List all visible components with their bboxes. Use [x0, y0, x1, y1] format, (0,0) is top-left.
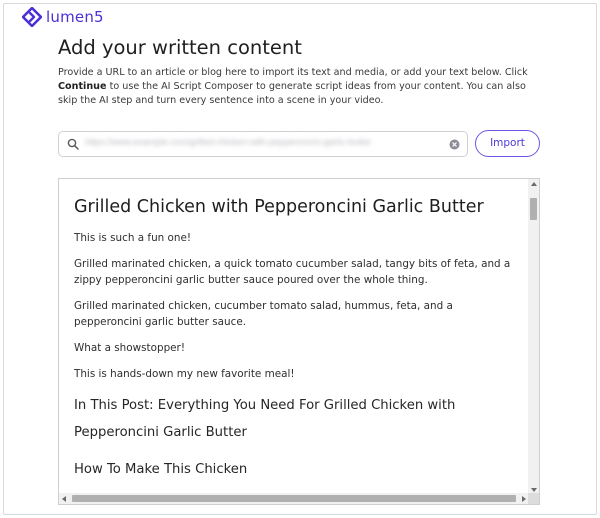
scroll-right-arrow-icon[interactable]	[522, 496, 526, 502]
page-description: Provide a URL to an article or blog here…	[58, 66, 548, 109]
scrollbar-corner	[528, 493, 539, 504]
scroll-down-arrow-icon[interactable]	[531, 488, 537, 492]
url-input-value[interactable]: https://www.example.com/grilled-chicken-…	[85, 137, 435, 151]
horizontal-scroll-thumb[interactable]	[72, 495, 516, 502]
lumen5-logo[interactable]: lumen5	[22, 7, 104, 27]
content-paragraph: Grilled marinated chicken, cucumber toma…	[74, 300, 453, 328]
import-button[interactable]: Import	[475, 130, 540, 157]
scroll-left-arrow-icon[interactable]	[62, 496, 66, 502]
content-paragraph: This is hands-down my new favorite meal!	[74, 368, 295, 380]
brand-name: lumen5	[46, 8, 104, 26]
content-subheading: In This Post: Everything You Need For Gr…	[74, 398, 456, 440]
clear-circle-icon[interactable]	[449, 139, 460, 150]
page-title: Add your written content	[58, 36, 302, 59]
description-text-start: Provide a URL to an article or blog here…	[58, 67, 528, 78]
horizontal-scrollbar[interactable]	[59, 493, 529, 504]
vertical-scroll-thumb[interactable]	[530, 198, 537, 220]
search-icon	[67, 138, 79, 150]
top-bar: lumen5	[0, 0, 600, 34]
content-subheading: How To Make This Chicken	[74, 462, 248, 477]
content-heading: Grilled Chicken with Pepperoncini Garlic…	[74, 197, 484, 217]
content-text-area[interactable]: Grilled Chicken with Pepperoncini Garlic…	[58, 178, 540, 505]
lumen5-logo-icon	[22, 7, 42, 27]
description-continue-bold: Continue	[58, 81, 107, 93]
content-paragraph: What a showstopper!	[74, 342, 185, 354]
url-input[interactable]: https://www.example.com/grilled-chicken-…	[58, 131, 468, 157]
content-body[interactable]: Grilled Chicken with Pepperoncini Garlic…	[59, 179, 529, 495]
scroll-up-arrow-icon[interactable]	[531, 182, 537, 186]
content-paragraph: Grilled marinated chicken, a quick tomat…	[74, 258, 511, 286]
description-text-end: to use the AI Script Composer to generat…	[58, 81, 526, 107]
content-paragraph: This is such a fun one!	[74, 232, 192, 244]
vertical-scrollbar[interactable]	[528, 179, 539, 495]
